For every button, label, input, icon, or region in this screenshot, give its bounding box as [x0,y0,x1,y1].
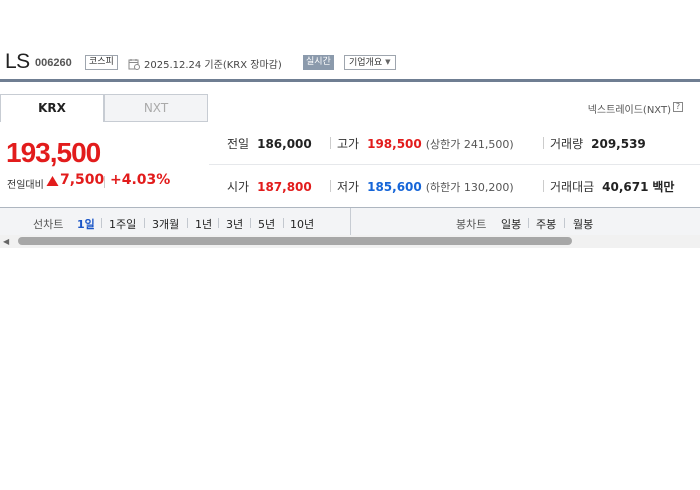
period-separator [528,218,529,228]
period-10y[interactable]: 10년 [290,216,314,232]
stock-code: 006260 [35,57,72,69]
company-overview-button[interactable]: 기업개요 ▼ [344,55,396,70]
stat-trade-amount: 거래대금 40,671 백만 [550,178,674,195]
stat-label: 저가 [337,180,360,194]
stat-separator [543,180,544,192]
stat-value: 209,539 [591,137,646,151]
scroll-left-arrow-icon[interactable]: ◀ [3,237,9,246]
change-label: 전일대비 [7,180,44,191]
stat-value: 187,800 [257,180,312,194]
stat-separator [543,137,544,149]
period-separator [564,218,565,228]
horizontal-scrollbar[interactable]: ◀ [0,235,700,248]
stat-lower-limit: (하한가 130,200) [425,181,514,194]
change-rate: +4.03% [110,172,171,188]
stock-header: LS 006260 코스피 2025.12.24 기준(KRX 장마감) 실시간… [0,44,700,80]
realtime-button[interactable]: 실시간 [303,55,334,70]
period-1d[interactable]: 1일 [77,216,95,232]
market-badge: 코스피 [85,55,118,70]
stat-label: 거래대금 [550,180,595,194]
candle-weekly[interactable]: 주봉 [536,216,556,232]
stat-volume: 거래량 209,539 [550,135,646,152]
period-5y[interactable]: 5년 [258,216,275,232]
line-chart-label: 선차트 [33,218,64,231]
stat-label: 시가 [227,180,250,194]
period-separator [218,218,219,228]
period-1w[interactable]: 1주일 [109,216,136,232]
stock-name: LS [5,50,30,73]
chart-bar-divider [350,208,351,236]
stat-prev-close: 전일 186,000 [227,135,312,152]
current-price: 193,500 [6,137,101,168]
calendar-icon [128,59,140,70]
candle-daily[interactable]: 일봉 [501,216,521,232]
caret-down-icon: ▼ [385,58,391,66]
header-divider [0,79,700,82]
nxt-link[interactable]: 넥스트레이드(NXT) [588,101,671,116]
period-3y[interactable]: 3년 [226,216,243,232]
stat-label: 전일 [227,137,250,151]
stat-label: 거래량 [550,137,584,151]
stat-value: 40,671 [602,180,649,194]
stat-separator [330,180,331,192]
change-amount: 7,500 [60,172,105,188]
change-separator [104,176,105,188]
candle-chart-label: 봉차트 [456,218,487,231]
period-separator [144,218,145,228]
stat-value: 186,000 [257,137,312,151]
stat-upper-limit: (상한가 241,500) [425,138,514,151]
period-1y[interactable]: 1년 [195,216,212,232]
stat-low: 저가 185,600 (하한가 130,200) [337,178,514,195]
stat-value: 185,600 [367,180,422,194]
period-separator [250,218,251,228]
chart-tabs-bar: 선차트 1일 1주일 3개월 1년 3년 5년 10년 봉차트 일봉 주봉 월봉 [0,207,700,236]
stat-value: 198,500 [367,137,422,151]
period-separator [187,218,188,228]
base-date: 2025.12.24 기준(KRX 장마감) [144,60,282,71]
stats-row-divider [209,164,700,165]
stat-open: 시가 187,800 [227,178,312,195]
tab-nxt[interactable]: NXT [104,94,208,122]
candle-monthly[interactable]: 월봉 [573,216,593,232]
triangle-up-icon [46,176,59,186]
scrollbar-thumb[interactable] [18,237,572,245]
period-3m[interactable]: 3개월 [152,216,179,232]
period-separator [283,218,284,228]
company-overview-label: 기업개요 [349,58,383,68]
stat-separator [330,137,331,149]
tab-krx[interactable]: KRX [0,94,104,122]
stat-label: 고가 [337,137,360,151]
period-separator [101,218,102,228]
stat-high: 고가 198,500 (상한가 241,500) [337,135,514,152]
stat-unit: 백만 [652,180,675,194]
help-icon[interactable]: ? [673,102,683,112]
